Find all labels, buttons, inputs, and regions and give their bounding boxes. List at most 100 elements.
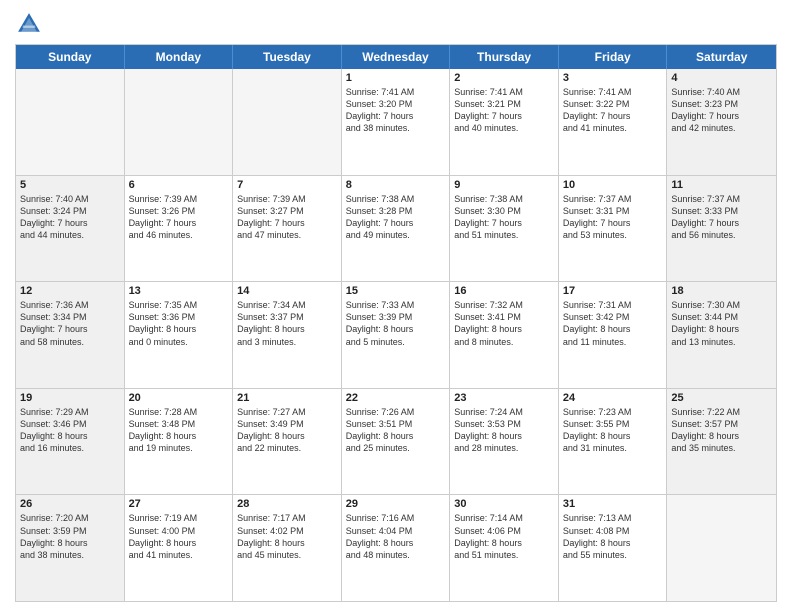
calendar-body: 1 Sunrise: 7:41 AM Sunset: 3:20 PM Daylig… (16, 69, 776, 601)
calendar-cell-30: 30 Sunrise: 7:14 AM Sunset: 4:06 PM Dayli… (450, 495, 559, 601)
day-info: Sunrise: 7:20 AM Sunset: 3:59 PM Dayligh… (20, 512, 120, 561)
day-number: 23 (454, 392, 554, 404)
day-number: 4 (671, 72, 772, 84)
day-number: 2 (454, 72, 554, 84)
day-info: Sunrise: 7:30 AM Sunset: 3:44 PM Dayligh… (671, 299, 772, 348)
day-number: 19 (20, 392, 120, 404)
day-info: Sunrise: 7:34 AM Sunset: 3:37 PM Dayligh… (237, 299, 337, 348)
day-info: Sunrise: 7:28 AM Sunset: 3:48 PM Dayligh… (129, 406, 229, 455)
calendar-row-3: 19Sunrise: 7:29 AM Sunset: 3:46 PM Dayli… (16, 388, 776, 495)
calendar-cell-8: 8 Sunrise: 7:38 AM Sunset: 3:28 PM Daylig… (342, 176, 451, 282)
day-info: Sunrise: 7:39 AM Sunset: 3:26 PM Dayligh… (129, 193, 229, 242)
day-number: 14 (237, 285, 337, 297)
day-number: 31 (563, 498, 663, 510)
day-number: 13 (129, 285, 229, 297)
day-info: Sunrise: 7:26 AM Sunset: 3:51 PM Dayligh… (346, 406, 446, 455)
day-number: 16 (454, 285, 554, 297)
day-number: 11 (671, 179, 772, 191)
calendar-cell-12: 12 Sunrise: 7:36 AM Sunset: 3:34 PM Dayli… (16, 282, 125, 388)
calendar-cell-empty-0-0 (16, 69, 125, 175)
day-number: 10 (563, 179, 663, 191)
calendar-cell-21: 21 Sunrise: 7:27 AM Sunset: 3:49 PM Dayli… (233, 389, 342, 495)
day-info: Sunrise: 7:39 AM Sunset: 3:27 PM Dayligh… (237, 193, 337, 242)
day-number: 28 (237, 498, 337, 510)
header-day-tuesday: Tuesday (233, 45, 342, 69)
day-number: 30 (454, 498, 554, 510)
page: SundayMondayTuesdayWednesdayThursdayFrid… (0, 0, 792, 612)
header-day-sunday: Sunday (16, 45, 125, 69)
day-number: 17 (563, 285, 663, 297)
header-day-monday: Monday (125, 45, 234, 69)
calendar-cell-22: 22 Sunrise: 7:26 AM Sunset: 3:51 PM Dayli… (342, 389, 451, 495)
day-info: Sunrise: 7:13 AM Sunset: 4:08 PM Dayligh… (563, 512, 663, 561)
calendar-cell-23: 23 Sunrise: 7:24 AM Sunset: 3:53 PM Dayli… (450, 389, 559, 495)
calendar-cell-17: 17 Sunrise: 7:31 AM Sunset: 3:42 PM Dayli… (559, 282, 668, 388)
day-info: Sunrise: 7:32 AM Sunset: 3:41 PM Dayligh… (454, 299, 554, 348)
calendar-cell-10: 10 Sunrise: 7:37 AM Sunset: 3:31 PM Dayli… (559, 176, 668, 282)
day-info: Sunrise: 7:16 AM Sunset: 4:04 PM Dayligh… (346, 512, 446, 561)
logo-icon (15, 10, 43, 38)
day-number: 5 (20, 179, 120, 191)
calendar-header: SundayMondayTuesdayWednesdayThursdayFrid… (16, 45, 776, 69)
calendar-cell-5: 5 Sunrise: 7:40 AM Sunset: 3:24 PM Daylig… (16, 176, 125, 282)
calendar-cell-16: 16 Sunrise: 7:32 AM Sunset: 3:41 PM Dayli… (450, 282, 559, 388)
day-info: Sunrise: 7:33 AM Sunset: 3:39 PM Dayligh… (346, 299, 446, 348)
day-info: Sunrise: 7:41 AM Sunset: 3:22 PM Dayligh… (563, 86, 663, 135)
calendar-cell-19: 19Sunrise: 7:29 AM Sunset: 3:46 PM Dayli… (16, 389, 125, 495)
calendar-cell-9: 9Sunrise: 7:38 AM Sunset: 3:30 PM Daylig… (450, 176, 559, 282)
header-day-saturday: Saturday (667, 45, 776, 69)
day-info: Sunrise: 7:22 AM Sunset: 3:57 PM Dayligh… (671, 406, 772, 455)
day-info: Sunrise: 7:37 AM Sunset: 3:31 PM Dayligh… (563, 193, 663, 242)
calendar-cell-14: 14 Sunrise: 7:34 AM Sunset: 3:37 PM Dayli… (233, 282, 342, 388)
day-info: Sunrise: 7:19 AM Sunset: 4:00 PM Dayligh… (129, 512, 229, 561)
day-info: Sunrise: 7:40 AM Sunset: 3:24 PM Dayligh… (20, 193, 120, 242)
day-info: Sunrise: 7:38 AM Sunset: 3:28 PM Dayligh… (346, 193, 446, 242)
calendar-cell-empty-0-1 (125, 69, 234, 175)
header-day-friday: Friday (559, 45, 668, 69)
day-number: 7 (237, 179, 337, 191)
calendar-cell-27: 27 Sunrise: 7:19 AM Sunset: 4:00 PM Dayli… (125, 495, 234, 601)
day-info: Sunrise: 7:27 AM Sunset: 3:49 PM Dayligh… (237, 406, 337, 455)
calendar-cell-31: 31 Sunrise: 7:13 AM Sunset: 4:08 PM Dayli… (559, 495, 668, 601)
day-number: 22 (346, 392, 446, 404)
calendar-cell-1: 1 Sunrise: 7:41 AM Sunset: 3:20 PM Daylig… (342, 69, 451, 175)
day-number: 8 (346, 179, 446, 191)
day-number: 25 (671, 392, 772, 404)
day-number: 18 (671, 285, 772, 297)
day-number: 21 (237, 392, 337, 404)
day-info: Sunrise: 7:23 AM Sunset: 3:55 PM Dayligh… (563, 406, 663, 455)
day-number: 3 (563, 72, 663, 84)
day-number: 20 (129, 392, 229, 404)
day-info: Sunrise: 7:31 AM Sunset: 3:42 PM Dayligh… (563, 299, 663, 348)
calendar-cell-15: 15Sunrise: 7:33 AM Sunset: 3:39 PM Dayli… (342, 282, 451, 388)
calendar-cell-26: 26Sunrise: 7:20 AM Sunset: 3:59 PM Dayli… (16, 495, 125, 601)
header-day-thursday: Thursday (450, 45, 559, 69)
calendar-cell-13: 13Sunrise: 7:35 AM Sunset: 3:36 PM Dayli… (125, 282, 234, 388)
calendar-cell-4: 4Sunrise: 7:40 AM Sunset: 3:23 PM Daylig… (667, 69, 776, 175)
calendar-cell-18: 18 Sunrise: 7:30 AM Sunset: 3:44 PM Dayli… (667, 282, 776, 388)
day-info: Sunrise: 7:14 AM Sunset: 4:06 PM Dayligh… (454, 512, 554, 561)
calendar-cell-2: 2Sunrise: 7:41 AM Sunset: 3:21 PM Daylig… (450, 69, 559, 175)
day-number: 1 (346, 72, 446, 84)
calendar-row-1: 5 Sunrise: 7:40 AM Sunset: 3:24 PM Daylig… (16, 175, 776, 282)
calendar-cell-29: 29Sunrise: 7:16 AM Sunset: 4:04 PM Dayli… (342, 495, 451, 601)
day-info: Sunrise: 7:36 AM Sunset: 3:34 PM Dayligh… (20, 299, 120, 348)
calendar-cell-7: 7 Sunrise: 7:39 AM Sunset: 3:27 PM Daylig… (233, 176, 342, 282)
header-day-wednesday: Wednesday (342, 45, 451, 69)
calendar-cell-empty-4-6 (667, 495, 776, 601)
day-number: 6 (129, 179, 229, 191)
calendar-row-4: 26Sunrise: 7:20 AM Sunset: 3:59 PM Dayli… (16, 494, 776, 601)
calendar-cell-6: 6 Sunrise: 7:39 AM Sunset: 3:26 PM Daylig… (125, 176, 234, 282)
calendar-cell-11: 11 Sunrise: 7:37 AM Sunset: 3:33 PM Dayli… (667, 176, 776, 282)
calendar-cell-28: 28Sunrise: 7:17 AM Sunset: 4:02 PM Dayli… (233, 495, 342, 601)
calendar-row-0: 1 Sunrise: 7:41 AM Sunset: 3:20 PM Daylig… (16, 69, 776, 175)
calendar-cell-20: 20 Sunrise: 7:28 AM Sunset: 3:48 PM Dayli… (125, 389, 234, 495)
day-info: Sunrise: 7:24 AM Sunset: 3:53 PM Dayligh… (454, 406, 554, 455)
day-info: Sunrise: 7:37 AM Sunset: 3:33 PM Dayligh… (671, 193, 772, 242)
header (15, 10, 777, 38)
day-number: 27 (129, 498, 229, 510)
calendar-cell-3: 3 Sunrise: 7:41 AM Sunset: 3:22 PM Daylig… (559, 69, 668, 175)
day-number: 12 (20, 285, 120, 297)
day-info: Sunrise: 7:41 AM Sunset: 3:20 PM Dayligh… (346, 86, 446, 135)
calendar-cell-empty-0-2 (233, 69, 342, 175)
